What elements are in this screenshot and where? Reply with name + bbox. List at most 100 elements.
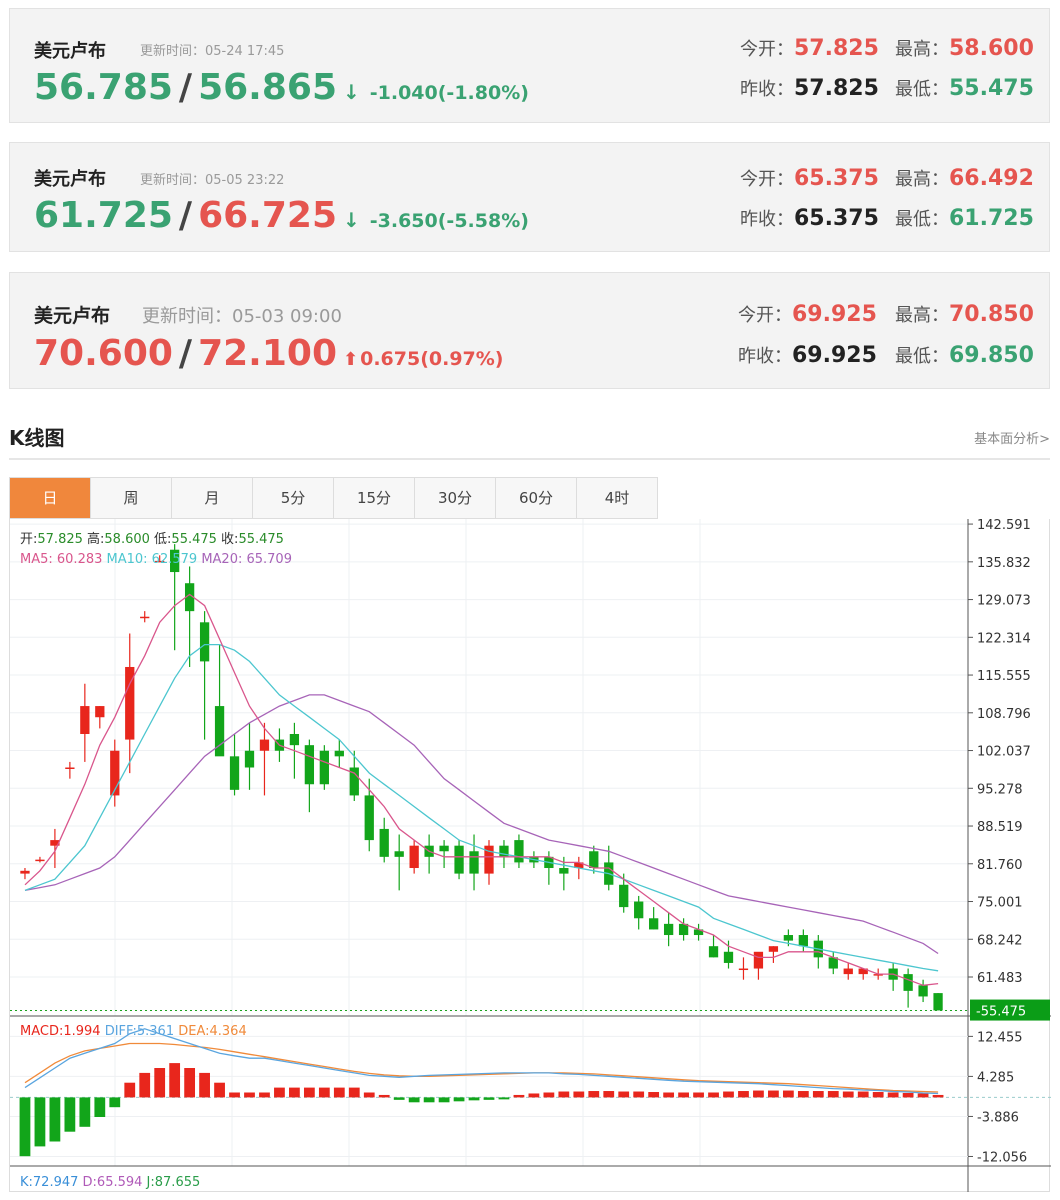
macd-bar [393,1097,405,1100]
candle-body [364,795,374,841]
bid-ask-price: 56.785/56.865 ↓ -1.040(-1.80%) [34,67,529,108]
ma-legend: MA5: 60.283 MA10: 62.579 MA20: 65.709 [20,552,292,567]
macd-bar [348,1087,360,1098]
y-tick-label: 129.073 [977,594,1031,609]
candle-body [214,706,225,757]
macd-bar [543,1092,555,1098]
kdj-legend: K:72.947 D:65.594 J:87.655 [20,1175,200,1190]
macd-bar [94,1097,106,1117]
candle-body [589,851,599,869]
candle-body [708,946,719,958]
macd-bar [229,1092,240,1098]
open-value: 今开：69.925 [738,302,877,327]
macd-bar [528,1093,540,1098]
candle-body [469,851,479,874]
macd-bar [872,1092,884,1098]
low-value: 最低：69.850 [895,343,1034,368]
macd-bar [303,1087,315,1098]
y-tick-label: 81.760 [977,858,1023,873]
fundamental-analysis-link[interactable]: 基本面分析> [974,428,1050,447]
tab-30min[interactable]: 30分 [415,478,496,518]
candle-body [334,750,344,757]
macd-bar [513,1094,525,1098]
y-tick-label: 68.242 [977,933,1023,948]
pair-name: 美元卢布 [34,305,111,327]
macd-bar [468,1097,480,1101]
candle-body [649,918,659,930]
candle-body [80,706,90,734]
update-time: 更新时间：05-03 09:00 [142,306,342,327]
macd-bar [169,1063,181,1098]
macd-bar [678,1092,689,1098]
down-arrow-icon: ↓ [343,80,360,104]
pair-name: 美元卢布 [34,169,106,190]
macd-bar [753,1090,764,1098]
y-tick-label: 115.555 [977,669,1031,684]
candle-body [843,968,853,975]
tab-4hour[interactable]: 4时 [577,478,658,518]
kline-chart: 142.591 135.832 129.073 122.314 115.555 108.7… [9,519,1051,1192]
ohlc-info: 开:57.825 高:58.600 低:55.475 收:55.475 [20,531,284,547]
open-value: 今开：57.825 [740,36,879,61]
last-price-label: -55.475 [976,1005,1026,1020]
divider [9,458,1050,460]
tab-week[interactable]: 周 [91,478,172,518]
candle-body [289,733,300,746]
macd-bar [857,1091,869,1098]
kline-title: K线图 [9,426,65,450]
candle-body [753,951,764,969]
macd-bar [438,1097,450,1103]
macd-bar [797,1091,809,1098]
open-value: 今开：65.375 [740,166,879,191]
candle-body [95,706,105,718]
macd-bar [423,1097,435,1103]
candle-body [933,993,943,1011]
macd-bar [139,1072,151,1098]
macd-bar [588,1091,600,1098]
macd-bar [917,1093,929,1098]
macd-bar [214,1082,225,1098]
y-tick-label: 135.832 [977,556,1031,571]
tab-15min[interactable]: 15分 [334,478,415,518]
candle-body [439,845,449,852]
macd-bar [453,1097,465,1102]
macd-bar [782,1090,794,1098]
macd-bar [244,1092,255,1098]
candle-body [903,974,913,991]
macd-tick-label: -12.056 [977,1150,1027,1165]
macd-bar [723,1091,734,1098]
macd-bar [648,1092,660,1098]
high-value: 最高：58.600 [895,36,1034,61]
y-tick-label: 95.278 [977,782,1023,797]
tab-60min[interactable]: 60分 [496,478,577,518]
ma20-line [24,694,939,955]
price-change: -1.040(-1.80%) [369,82,529,104]
tab-month[interactable]: 月 [172,478,253,518]
macd-bar [603,1091,615,1098]
down-arrow-icon: ↓ [343,208,360,232]
macd-bar [154,1068,166,1098]
low-value: 最低：61.725 [895,206,1034,231]
candle-body [65,767,75,769]
kline-chart-svg: 142.591 135.832 129.073 122.314 115.555 108.7… [10,519,1051,1192]
tab-day[interactable]: 日 [10,478,91,518]
candle-body [634,901,644,919]
macd-tick-label: 12.455 [977,1030,1023,1045]
macd-bar [408,1097,420,1103]
macd-bar [318,1087,330,1098]
candle-body [199,622,210,662]
tab-5min[interactable]: 5分 [253,478,334,518]
price-change: 0.675(0.97%) [360,348,504,370]
candle-body [723,951,734,963]
macd-bar [558,1091,570,1098]
macd-bar [333,1087,345,1098]
candle-body [798,935,808,947]
macd-bar [663,1092,675,1098]
macd-bar [768,1090,779,1098]
y-tick-label: 108.796 [977,707,1031,722]
high-value: 最高：66.492 [895,166,1034,191]
candle-body [259,739,270,751]
macd-bar [109,1097,121,1108]
y-tick-label: 61.483 [977,971,1023,986]
macd-bar [633,1091,645,1098]
